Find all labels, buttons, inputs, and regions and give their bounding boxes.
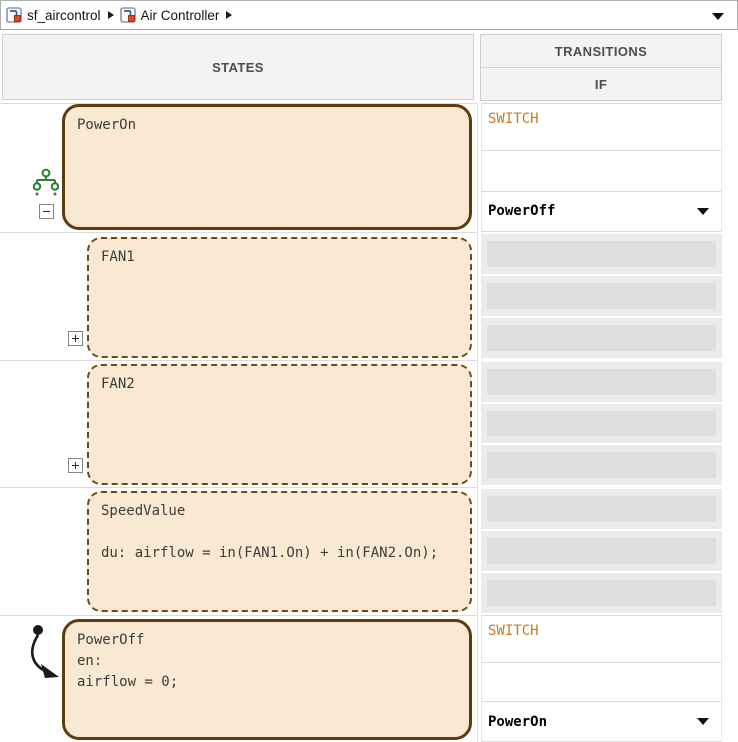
state-actions: en: airflow = 0; [77, 651, 457, 693]
disabled-transition-cell [481, 362, 722, 402]
state-transition-table-window: sf_aircontrol Air Controller STATES TRAN… [0, 0, 738, 742]
transition-condition-cell[interactable]: SWITCH [481, 103, 722, 151]
collapse-minus-icon[interactable] [39, 204, 54, 219]
default-transition-arrow-icon [18, 621, 64, 683]
chevron-right-icon [226, 11, 232, 19]
disabled-transition-cell [481, 318, 722, 358]
dropdown-arrow-icon[interactable] [697, 208, 709, 215]
breadcrumb-bar: sf_aircontrol Air Controller [0, 0, 738, 30]
column-divider [477, 103, 478, 742]
disabled-field [487, 452, 716, 478]
disabled-transition-cell [481, 234, 722, 274]
transition-row-fan2 [481, 360, 722, 487]
destination-label: PowerOn [488, 714, 547, 730]
chevron-right-icon [108, 11, 114, 19]
states-column-header: STATES [2, 34, 474, 100]
state-box-speedvalue[interactable]: SpeedValue du: airflow = in(FAN1.On) + i… [87, 491, 472, 612]
stateflow-chart-icon [120, 7, 136, 23]
transition-row-fan1 [481, 232, 722, 360]
transition-destination-cell[interactable]: PowerOn [481, 702, 722, 742]
dropdown-arrow-icon[interactable] [697, 718, 709, 725]
disabled-transition-cell [481, 489, 722, 529]
disabled-transition-cell [481, 573, 722, 613]
disabled-field [487, 325, 716, 351]
disabled-field [487, 369, 716, 395]
transition-destination-cell[interactable]: PowerOff [481, 192, 722, 232]
state-name: PowerOff [77, 630, 457, 651]
row-divider [0, 487, 478, 488]
state-box-fan2[interactable]: FAN2 [87, 364, 472, 485]
state-name: SpeedValue [101, 501, 458, 522]
dropdown-arrow-icon[interactable] [712, 13, 724, 20]
disabled-field [487, 241, 716, 267]
breadcrumb-label[interactable]: Air Controller [141, 8, 220, 23]
if-header-label: IF [481, 68, 721, 100]
state-box-poweron[interactable]: PowerOn [62, 104, 472, 230]
stateflow-chart-icon [6, 7, 22, 23]
disabled-transition-cell [481, 404, 722, 444]
breadcrumb-label[interactable]: sf_aircontrol [27, 8, 101, 23]
state-name: FAN1 [101, 247, 458, 268]
disabled-field [487, 411, 716, 437]
breadcrumb-item-chart[interactable]: Air Controller [120, 7, 220, 23]
disabled-transition-cell [481, 445, 722, 485]
disabled-transition-cell [481, 276, 722, 316]
disabled-transition-cell [481, 531, 722, 571]
transition-action-cell[interactable] [481, 151, 722, 191]
state-box-poweroff[interactable]: PowerOff en: airflow = 0; [62, 619, 472, 740]
disabled-field [487, 538, 716, 564]
hierarchy-icon [33, 168, 59, 201]
state-name: FAN2 [101, 374, 458, 395]
disabled-field [487, 496, 716, 522]
transition-action-cell[interactable] [481, 663, 722, 703]
expand-plus-icon[interactable] [68, 331, 83, 346]
disabled-field [487, 283, 716, 309]
disabled-field [487, 580, 716, 606]
row-divider [0, 360, 478, 361]
state-actions: du: airflow = in(FAN1.On) + in(FAN2.On); [101, 543, 458, 564]
transitions-column-header: TRANSITIONS IF [480, 34, 722, 101]
row-divider [0, 615, 478, 616]
transition-row-poweron: SWITCH PowerOff [481, 103, 722, 232]
row-divider [0, 232, 478, 233]
state-name: PowerOn [77, 115, 457, 136]
transition-row-poweroff: SWITCH PowerOn [481, 615, 722, 742]
transition-row-speedvalue [481, 487, 722, 615]
transitions-header-label: TRANSITIONS [481, 35, 721, 68]
breadcrumb-item-model[interactable]: sf_aircontrol [6, 7, 101, 23]
state-box-fan1[interactable]: FAN1 [87, 237, 472, 358]
destination-label: PowerOff [488, 203, 555, 219]
transition-condition-cell[interactable]: SWITCH [481, 615, 722, 663]
expand-plus-icon[interactable] [68, 458, 83, 473]
